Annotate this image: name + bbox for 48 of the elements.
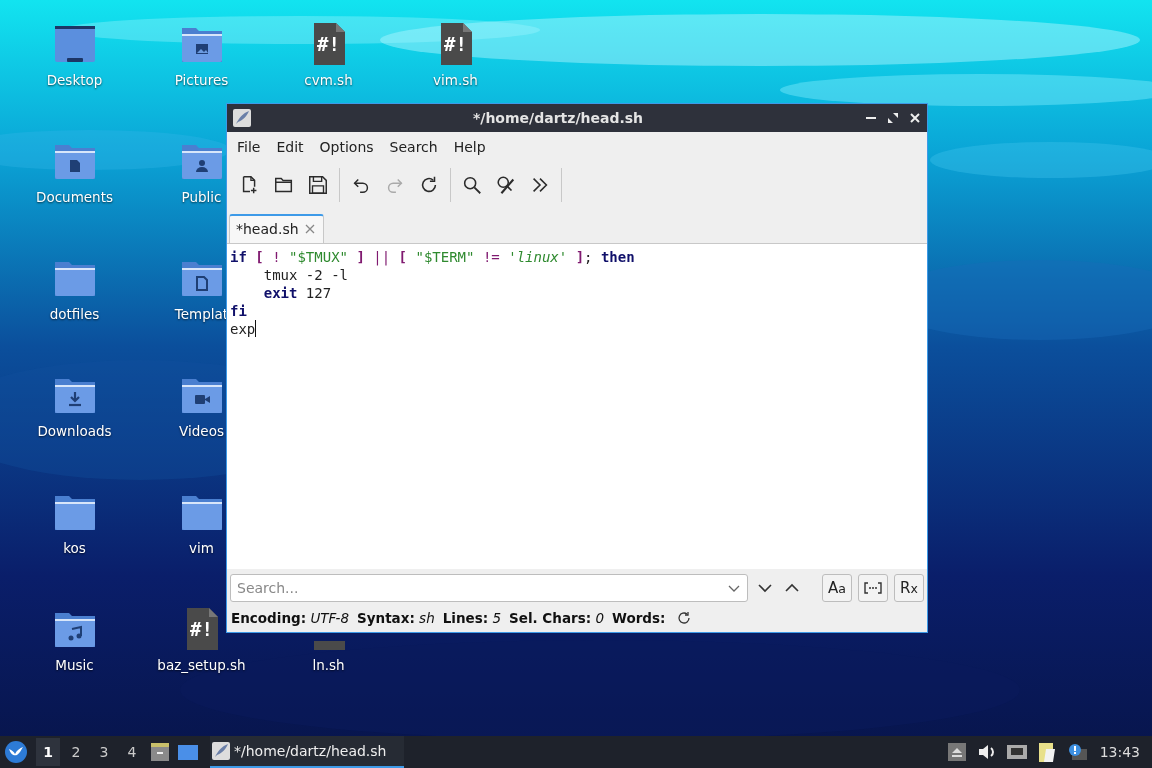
refresh-icon[interactable]: [677, 611, 692, 625]
code-line: exp: [230, 320, 256, 338]
menu-item[interactable]: Edit: [268, 136, 312, 158]
icon-label[interactable]: kos: [63, 540, 86, 556]
status-item: Encoding: UTF-8: [231, 610, 349, 626]
menu-item[interactable]: File: [229, 136, 269, 158]
workspace-button[interactable]: 2: [64, 738, 88, 766]
window-title: */home/dartz/head.sh: [471, 110, 645, 126]
menu-item[interactable]: Options: [311, 136, 382, 158]
file-tab[interactable]: *head.sh: [229, 214, 324, 243]
file-cabinet-icon[interactable]: [148, 740, 172, 764]
search-icon: [461, 174, 483, 196]
icon-label[interactable]: baz_setup.sh: [157, 657, 246, 673]
magnifier-pencil-icon: [495, 174, 517, 196]
status-item: Sel. Chars: 0: [509, 610, 604, 626]
taskbar-window-button[interactable]: */home/dartz/head.sh: [210, 736, 404, 768]
workspace-button[interactable]: 4: [120, 738, 144, 766]
text-editor[interactable]: if [ ! "$TMUX" ] || [ "$TERM" != 'linux' ]; then tmux -2 -l exit 127 fi exp: [227, 244, 927, 569]
code-line: fi: [230, 302, 247, 320]
workspace-button[interactable]: 3: [92, 738, 116, 766]
icon-label[interactable]: Templat: [174, 306, 229, 322]
eject-icon[interactable]: [945, 741, 968, 763]
code-line: tmux -2 -l: [262, 266, 348, 284]
status-item: Lines: 5: [442, 610, 502, 626]
status-item: Words:: [612, 610, 666, 626]
icon-label[interactable]: Public: [181, 189, 222, 205]
status-item: Syntax: sh: [357, 610, 435, 626]
quill-icon: [233, 109, 251, 127]
quill-icon: [212, 742, 230, 760]
icon-label[interactable]: Videos: [179, 423, 224, 439]
chevron-down-icon: [757, 581, 772, 595]
search-field[interactable]: Search...: [230, 574, 748, 602]
whole-word-button[interactable]: [858, 574, 888, 602]
floppy-icon: [307, 174, 329, 196]
icon-label[interactable]: Downloads: [37, 423, 112, 439]
icon-label[interactable]: Documents: [36, 189, 113, 205]
icon-label[interactable]: dotfiles: [49, 306, 100, 322]
code-line: exit 127: [262, 284, 332, 302]
maximize-icon[interactable]: [887, 112, 899, 124]
icon-label[interactable]: vim: [189, 540, 214, 556]
code-line: if [ ! "$TMUX" ] || [ "$TERM" != 'linux' ]; then: [230, 248, 635, 266]
clock: 13:43: [1099, 744, 1140, 760]
menu-item[interactable]: Help: [445, 136, 494, 158]
icon-label[interactable]: ln.sh: [312, 657, 345, 673]
icon-label[interactable]: Music: [55, 657, 94, 673]
workspace-button[interactable]: 1: [36, 738, 60, 766]
bracketed-dots-icon: [864, 582, 882, 594]
menu-item[interactable]: Search: [381, 136, 446, 158]
